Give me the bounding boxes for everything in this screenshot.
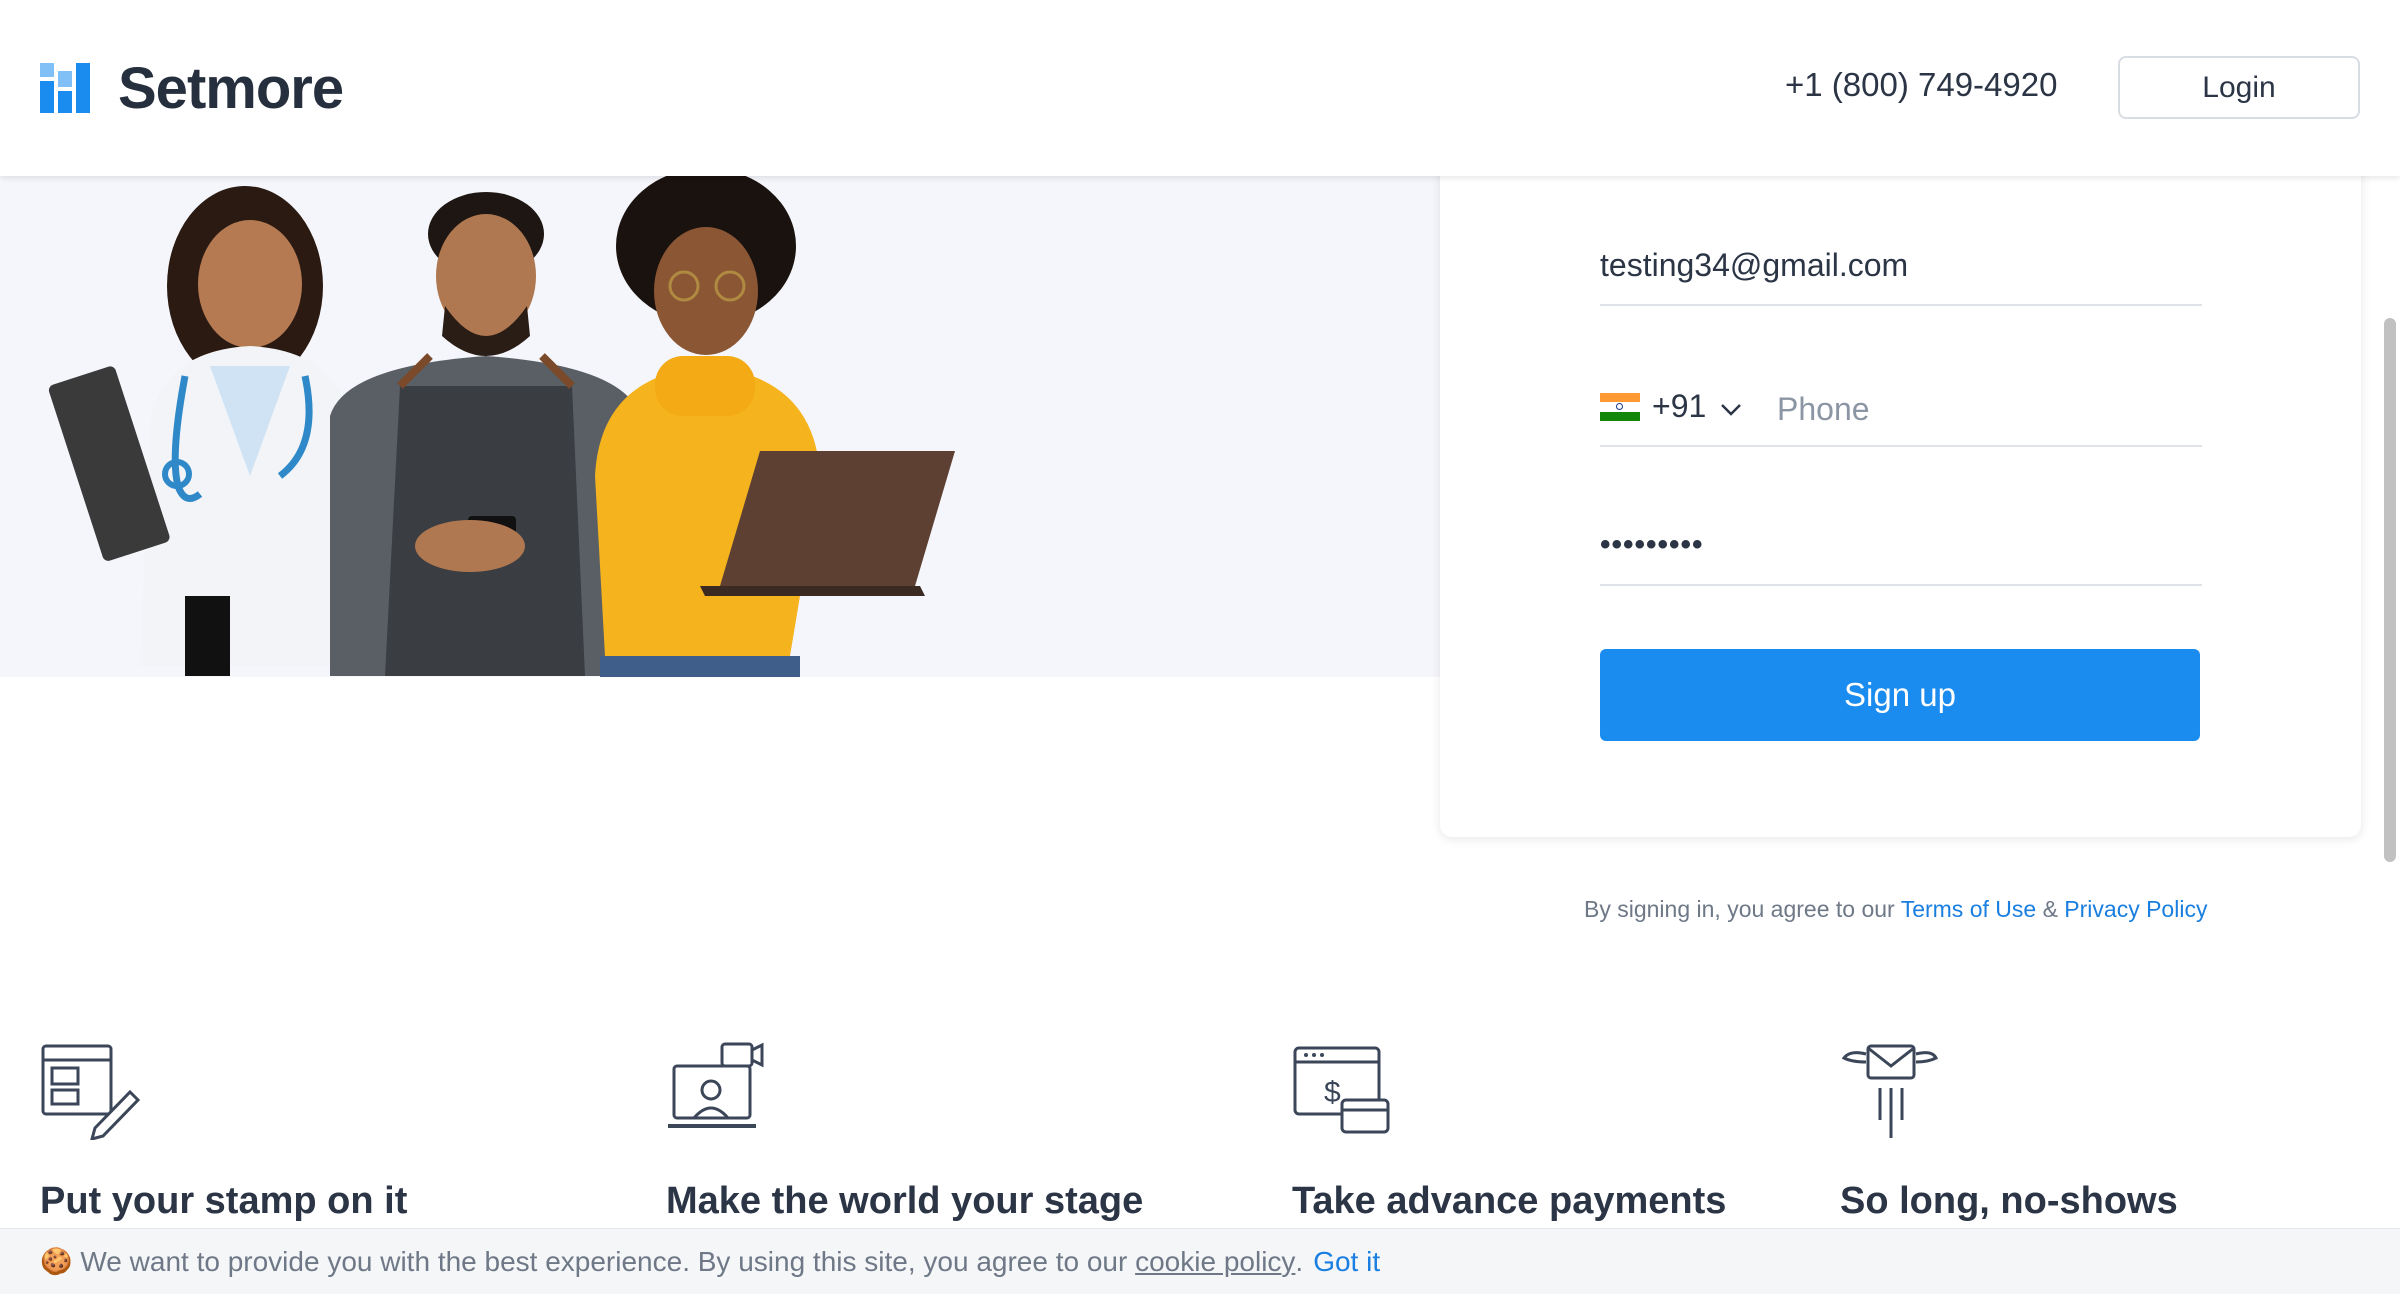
india-flag-icon[interactable] bbox=[1600, 393, 1640, 421]
feature-title-stamp: Put your stamp on it bbox=[40, 1180, 408, 1222]
hero-people-illustration bbox=[48, 176, 955, 677]
password-field[interactable]: ••••••••• bbox=[1600, 510, 2202, 586]
brand-name: Setmore bbox=[118, 55, 344, 121]
doctor-figure bbox=[48, 186, 365, 676]
terms-of-use-link[interactable]: Terms of Use bbox=[1901, 896, 2036, 922]
privacy-policy-link[interactable]: Privacy Policy bbox=[2064, 896, 2207, 922]
feature-title-stage: Make the world your stage bbox=[666, 1180, 1144, 1222]
hero-banner bbox=[0, 176, 1440, 677]
feature-title-no-shows: So long, no-shows bbox=[1840, 1180, 2178, 1222]
cookie-period: . bbox=[1295, 1245, 1304, 1277]
sign-up-button[interactable]: Sign up bbox=[1600, 649, 2200, 741]
scrollbar-thumb[interactable] bbox=[2384, 318, 2396, 862]
video-laptop-icon bbox=[666, 1040, 766, 1140]
setmore-logo[interactable]: Setmore bbox=[40, 56, 344, 121]
barista-figure bbox=[330, 192, 640, 676]
signup-form-card: testing34@gmail.com +91 ••••••••• Sign u… bbox=[1440, 150, 2361, 837]
cookie-policy-link[interactable]: cookie policy bbox=[1135, 1246, 1295, 1278]
booking-page-edit-icon bbox=[40, 1040, 140, 1140]
login-button[interactable]: Login bbox=[2118, 56, 2360, 119]
terms-ampersand: & bbox=[2042, 896, 2058, 922]
payment-card-icon: $ bbox=[1292, 1040, 1392, 1140]
terms-notice: By signing in, you agree to our Terms of… bbox=[1584, 896, 2207, 923]
country-code[interactable]: +91 bbox=[1652, 388, 1706, 425]
terms-prefix: By signing in, you agree to our bbox=[1584, 896, 1895, 922]
feature-title-payments: Take advance payments bbox=[1292, 1180, 1727, 1222]
phone-input[interactable] bbox=[1777, 387, 2187, 431]
woman-with-laptop-figure bbox=[595, 176, 955, 677]
email-field[interactable]: testing34@gmail.com bbox=[1600, 230, 2202, 306]
email-value: testing34@gmail.com bbox=[1600, 247, 1909, 283]
support-phone-number[interactable]: +1 (800) 749-4920 bbox=[1785, 66, 2057, 104]
password-value: ••••••••• bbox=[1600, 528, 1704, 561]
svg-text:$: $ bbox=[1324, 1076, 1341, 1109]
email-reminder-icon bbox=[1838, 1040, 1938, 1140]
page: Setmore +1 (800) 749-4920 Login testing3… bbox=[0, 0, 2400, 1294]
chevron-down-icon[interactable] bbox=[1720, 403, 1742, 417]
top-navigation: Setmore +1 (800) 749-4920 Login bbox=[0, 0, 2400, 176]
cookie-icon: 🍪 bbox=[40, 1246, 73, 1276]
cookie-consent-bar: 🍪 We want to provide you with the best e… bbox=[0, 1228, 2400, 1294]
phone-field: +91 bbox=[1600, 365, 2202, 447]
cookie-accept-button[interactable]: Got it bbox=[1313, 1246, 1380, 1278]
setmore-logo-icon bbox=[40, 63, 96, 113]
cookie-message: We want to provide you with the best exp… bbox=[80, 1245, 1128, 1277]
